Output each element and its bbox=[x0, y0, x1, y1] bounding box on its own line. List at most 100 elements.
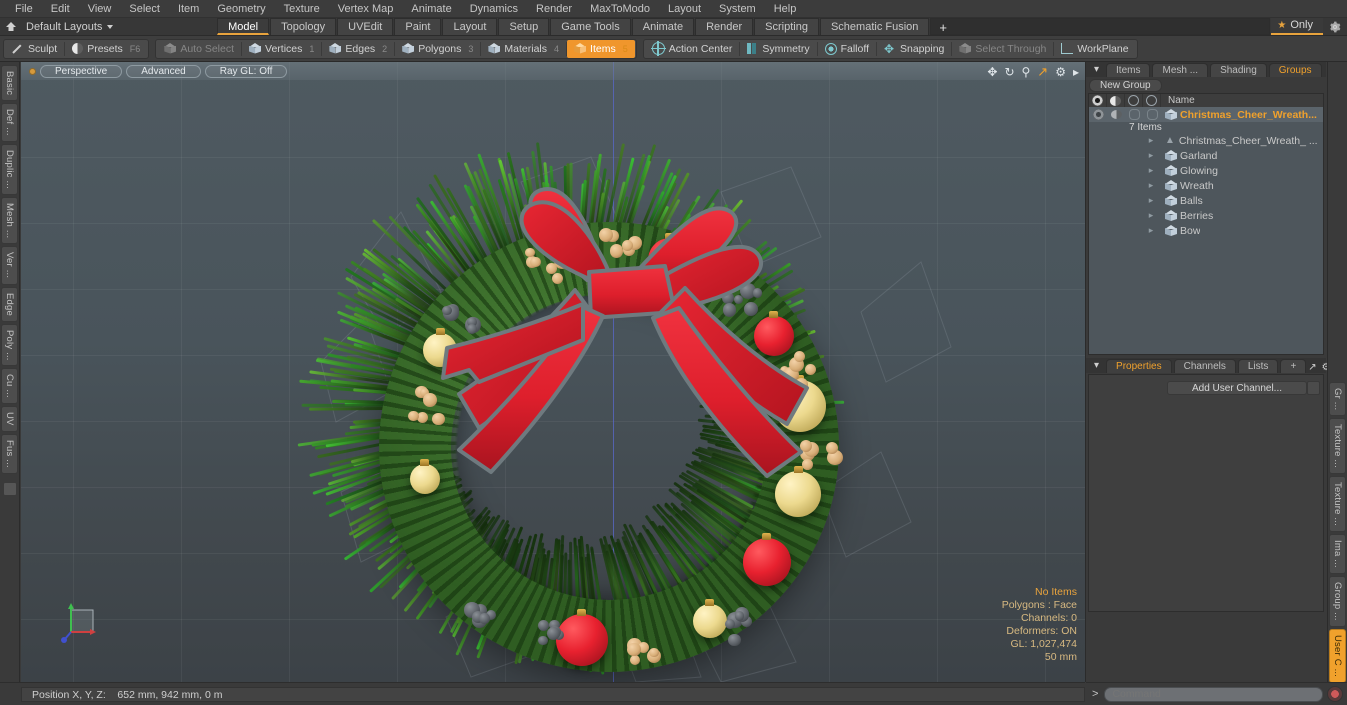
zoom-icon[interactable]: ⚲ bbox=[1022, 65, 1031, 79]
maximize-icon[interactable]: ↗ bbox=[1037, 64, 1048, 80]
panel-collapse-icon[interactable]: ▾ bbox=[1089, 63, 1104, 77]
left-rail-tab-poly[interactable]: Poly ... bbox=[1, 324, 18, 367]
left-rail-tab-cu[interactable]: Cu ... bbox=[1, 368, 18, 404]
gear-icon[interactable]: ⚙ bbox=[1055, 65, 1066, 79]
menu-item-item[interactable]: Item bbox=[169, 0, 208, 18]
menu-item-layout[interactable]: Layout bbox=[659, 0, 710, 18]
new-group-button[interactable]: New Group bbox=[1089, 79, 1162, 92]
mode-materials-button[interactable]: Materials 4 bbox=[481, 40, 566, 58]
add-user-channel-button[interactable]: Add User Channel... bbox=[1167, 381, 1307, 395]
menu-item-animate[interactable]: Animate bbox=[402, 0, 460, 18]
rotate-icon[interactable]: ↻ bbox=[1004, 65, 1014, 79]
layout-tab-scripting[interactable]: Scripting bbox=[754, 18, 819, 35]
layout-tab-uvedit[interactable]: UVEdit bbox=[337, 18, 393, 35]
menu-item-dynamics[interactable]: Dynamics bbox=[461, 0, 527, 18]
mode-vertices-button[interactable]: Vertices 1 bbox=[242, 40, 321, 58]
expand-arrow-icon[interactable]: ▸ bbox=[1149, 195, 1154, 206]
3d-viewport[interactable]: Perspective Advanced Ray GL: Off ✥ ↻ ⚲ ↗… bbox=[21, 62, 1085, 682]
raygl-button[interactable]: Ray GL: Off bbox=[205, 65, 288, 78]
move-icon[interactable]: ✥ bbox=[987, 65, 997, 79]
properties-tab-channels[interactable]: Channels bbox=[1174, 359, 1236, 373]
sculpt-button[interactable]: Sculpt bbox=[5, 40, 64, 58]
left-rail-tab-edge[interactable]: Edge bbox=[1, 287, 18, 322]
layout-tab-schematic-fusion[interactable]: Schematic Fusion bbox=[820, 18, 929, 35]
layout-tab-paint[interactable]: Paint bbox=[394, 18, 441, 35]
expand-arrow-icon[interactable]: ▸ bbox=[1149, 225, 1154, 236]
default-layouts-dropdown[interactable]: Default Layouts bbox=[22, 18, 121, 36]
add-layout-tab-button[interactable]: + bbox=[930, 18, 1270, 35]
presets-button[interactable]: Presets F6 bbox=[65, 40, 147, 58]
properties-tab-lists[interactable]: Lists bbox=[1238, 359, 1279, 373]
falloff-button[interactable]: Falloff bbox=[818, 40, 876, 58]
select-through-button[interactable]: Select Through bbox=[952, 40, 1053, 58]
gear-icon[interactable] bbox=[1323, 18, 1347, 36]
left-rail-tab-duplic[interactable]: Duplic ... bbox=[1, 144, 18, 195]
panel-tab-mesh[interactable]: Mesh ... bbox=[1152, 63, 1208, 77]
mode-polygons-button[interactable]: Polygons 3 bbox=[395, 40, 480, 58]
layout-tab-animate[interactable]: Animate bbox=[632, 18, 694, 35]
right-rail-tab-userc[interactable]: User C ... bbox=[1329, 629, 1346, 683]
action-center-button[interactable]: Action Center bbox=[645, 40, 740, 58]
menu-item-view[interactable]: View bbox=[79, 0, 121, 18]
view-mode-button[interactable]: Perspective bbox=[40, 65, 122, 78]
command-input[interactable] bbox=[1104, 687, 1323, 702]
tree-item-row[interactable]: ▸ Berries bbox=[1089, 208, 1323, 223]
layout-tab-layout[interactable]: Layout bbox=[442, 18, 497, 35]
right-rail-tab-texture[interactable]: Texture ... bbox=[1329, 476, 1346, 532]
menu-item-vertex-map[interactable]: Vertex Map bbox=[329, 0, 403, 18]
tree-item-row[interactable]: ▸ Glowing bbox=[1089, 163, 1323, 178]
tree-item-row[interactable]: ▸ Balls bbox=[1089, 193, 1323, 208]
menu-item-geometry[interactable]: Geometry bbox=[208, 0, 274, 18]
properties-tab-properties[interactable]: Properties bbox=[1106, 359, 1172, 373]
menu-item-select[interactable]: Select bbox=[120, 0, 169, 18]
panel-collapse-icon[interactable]: ▾ bbox=[1089, 359, 1104, 373]
tree-item-row[interactable]: ▸ ▲ Christmas_Cheer_Wreath_ ... bbox=[1089, 133, 1323, 148]
left-rail-tab-def[interactable]: Def ... bbox=[1, 103, 18, 142]
only-toggle[interactable]: ★ Only bbox=[1271, 18, 1323, 35]
expand-arrow-icon[interactable]: ▸ bbox=[1149, 135, 1154, 146]
layout-tab-render[interactable]: Render bbox=[695, 18, 753, 35]
right-rail-tab-group[interactable]: Group ... bbox=[1329, 576, 1346, 627]
left-rail-tab-basic[interactable]: Basic bbox=[1, 65, 18, 101]
expand-arrow-icon[interactable]: ▸ bbox=[1149, 180, 1154, 191]
groups-tree[interactable]: Name Christmas_Cheer_Wreath... 7 Items ▸ ▲ C… bbox=[1088, 93, 1324, 355]
menu-item-file[interactable]: File bbox=[6, 0, 42, 18]
mode-auto-select-button[interactable]: Auto Select bbox=[157, 40, 241, 58]
home-icon[interactable] bbox=[0, 18, 22, 36]
select-toggle[interactable] bbox=[1143, 107, 1161, 122]
symmetry-button[interactable]: Symmetry bbox=[740, 40, 816, 58]
expand-icon[interactable]: ↗ bbox=[1308, 362, 1316, 373]
expand-arrow-icon[interactable]: ▸ bbox=[1149, 165, 1154, 176]
menu-item-render[interactable]: Render bbox=[527, 0, 581, 18]
shading-mode-button[interactable]: Advanced bbox=[126, 65, 200, 78]
left-rail-tab-ver[interactable]: Ver ... bbox=[1, 246, 18, 284]
right-rail-tab-gr[interactable]: Gr ... bbox=[1329, 382, 1346, 416]
left-rail-handle[interactable] bbox=[3, 482, 17, 496]
tree-item-row[interactable]: ▸ Garland bbox=[1089, 148, 1323, 163]
panel-tab-groups[interactable]: Groups bbox=[1269, 63, 1322, 77]
expand-arrow-icon[interactable]: ▸ bbox=[1149, 150, 1154, 161]
mode-items-button[interactable]: Items 5 bbox=[567, 40, 635, 58]
mode-edges-button[interactable]: Edges 2 bbox=[322, 40, 394, 58]
viewport-menu-dot[interactable] bbox=[29, 68, 36, 75]
left-rail-tab-fus[interactable]: Fus ... bbox=[1, 434, 18, 474]
layout-tab-model[interactable]: Model bbox=[217, 18, 269, 35]
panel-tab-items[interactable]: Items bbox=[1106, 63, 1150, 77]
tree-item-row[interactable]: ▸ Bow bbox=[1089, 223, 1323, 238]
layout-tab-setup[interactable]: Setup bbox=[498, 18, 549, 35]
layout-tab-game-tools[interactable]: Game Tools bbox=[550, 18, 631, 35]
layout-tab-topology[interactable]: Topology bbox=[270, 18, 336, 35]
group-row[interactable]: Christmas_Cheer_Wreath... bbox=[1089, 107, 1323, 122]
menu-item-help[interactable]: Help bbox=[765, 0, 806, 18]
menu-item-system[interactable]: System bbox=[710, 0, 765, 18]
chevron-right-icon[interactable]: ▸ bbox=[1073, 65, 1079, 79]
expand-arrow-icon[interactable]: ▸ bbox=[1149, 210, 1154, 221]
menu-item-texture[interactable]: Texture bbox=[275, 0, 329, 18]
panel-tab-shading[interactable]: Shading bbox=[1210, 63, 1267, 77]
left-rail-tab-uv[interactable]: UV bbox=[1, 406, 18, 432]
right-rail-tab-texture[interactable]: Texture ... bbox=[1329, 418, 1346, 474]
lock-toggle[interactable] bbox=[1125, 107, 1143, 122]
record-icon[interactable] bbox=[1327, 686, 1343, 702]
snapping-button[interactable]: ✥ Snapping bbox=[877, 40, 951, 58]
add-user-channel-menu-icon[interactable] bbox=[1307, 381, 1320, 395]
